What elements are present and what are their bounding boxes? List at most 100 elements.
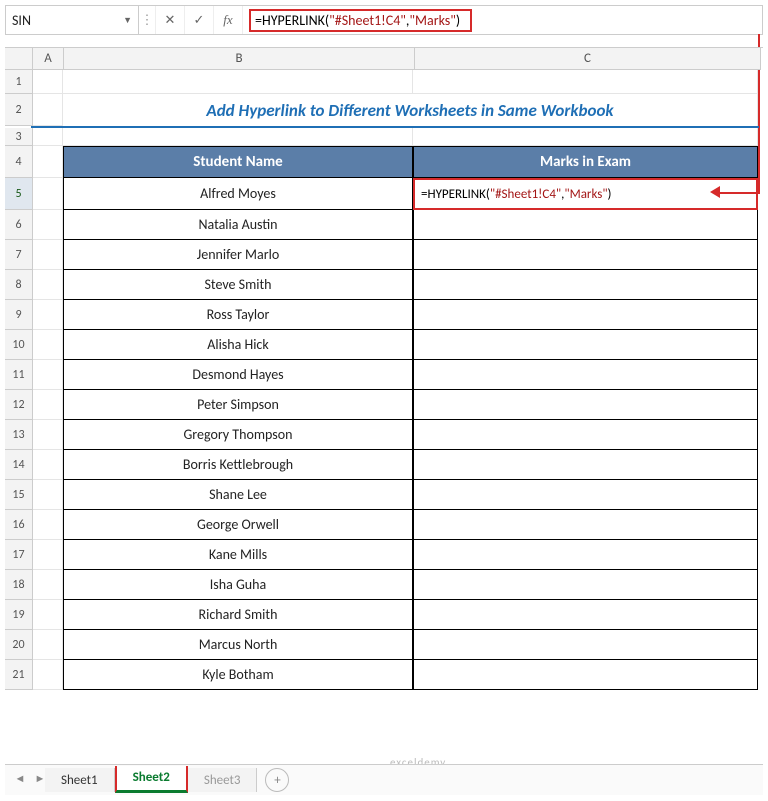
row-header[interactable]: 9 — [5, 300, 33, 330]
table-row[interactable]: Alisha Hick — [63, 330, 413, 360]
cell[interactable] — [33, 330, 63, 360]
table-row[interactable]: George Orwell — [63, 510, 413, 540]
table-row[interactable]: Isha Guha — [63, 570, 413, 600]
table-row[interactable]: Steve Smith — [63, 270, 413, 300]
cell[interactable] — [413, 450, 758, 480]
table-row[interactable]: Desmond Hayes — [63, 360, 413, 390]
cell[interactable] — [33, 94, 63, 126]
cell[interactable] — [33, 178, 63, 210]
cell[interactable] — [63, 70, 413, 94]
cell[interactable] — [33, 128, 63, 146]
cell[interactable] — [33, 70, 63, 94]
table-row[interactable]: Ross Taylor — [63, 300, 413, 330]
cell[interactable] — [413, 540, 758, 570]
table-header-name[interactable]: Student Name — [63, 146, 413, 178]
table-row[interactable]: Jennifer Marlo — [63, 240, 413, 270]
cell[interactable] — [33, 660, 63, 690]
cell[interactable] — [33, 570, 63, 600]
cell[interactable] — [413, 630, 758, 660]
row-header[interactable]: 18 — [5, 570, 33, 600]
column-headers: A B C — [5, 48, 763, 70]
cell[interactable] — [63, 128, 413, 146]
cell[interactable] — [413, 70, 758, 94]
table-header-marks[interactable]: Marks in Exam — [413, 146, 758, 178]
cell[interactable] — [33, 480, 63, 510]
table-row[interactable]: Gregory Thompson — [63, 420, 413, 450]
column-header-b[interactable]: B — [64, 48, 415, 70]
cell[interactable] — [33, 146, 63, 178]
cell[interactable] — [413, 510, 758, 540]
row-header[interactable]: 14 — [5, 450, 33, 480]
cell[interactable] — [413, 660, 758, 690]
cell[interactable] — [33, 240, 63, 270]
table-row[interactable]: Peter Simpson — [63, 390, 413, 420]
cell[interactable] — [413, 420, 758, 450]
table-row[interactable]: Marcus North — [63, 630, 413, 660]
cell[interactable] — [413, 128, 758, 146]
cell[interactable] — [413, 270, 758, 300]
select-all-corner[interactable] — [5, 48, 33, 70]
cell[interactable] — [413, 360, 758, 390]
cell[interactable] — [33, 450, 63, 480]
row-header[interactable]: 16 — [5, 510, 33, 540]
row-header[interactable]: 7 — [5, 240, 33, 270]
cell[interactable] — [33, 630, 63, 660]
cell[interactable] — [33, 540, 63, 570]
sheet-tab-sheet1[interactable]: Sheet1 — [45, 768, 115, 792]
table-row[interactable]: Richard Smith — [63, 600, 413, 630]
name-box-dropdown-icon[interactable]: ▼ — [123, 15, 132, 26]
table-row[interactable]: Kyle Botham — [63, 660, 413, 690]
row-header[interactable]: 8 — [5, 270, 33, 300]
row-header[interactable]: 13 — [5, 420, 33, 450]
row-header[interactable]: 5 — [5, 178, 33, 210]
cell[interactable] — [33, 270, 63, 300]
table-row[interactable]: Alfred Moyes — [63, 178, 413, 210]
tab-nav-prev-icon[interactable]: ◄ — [11, 769, 29, 787]
cancel-formula-button[interactable]: ✕ — [156, 6, 185, 34]
row-header[interactable]: 21 — [5, 660, 33, 690]
page-title[interactable]: Add Hyperlink to Different Worksheets in… — [63, 94, 758, 126]
cell[interactable] — [413, 570, 758, 600]
cell[interactable] — [33, 420, 63, 450]
name-box[interactable]: SIN ▼ — [6, 6, 139, 34]
table-row[interactable]: Shane Lee — [63, 480, 413, 510]
cell[interactable] — [33, 210, 63, 240]
cell[interactable] — [413, 390, 758, 420]
cell[interactable] — [33, 510, 63, 540]
sheet-tab-sheet2[interactable]: Sheet2 — [115, 766, 188, 793]
active-cell[interactable]: =HYPERLINK("#Sheet1!C4","Marks") — [413, 178, 758, 210]
row-header[interactable]: 3 — [5, 128, 33, 146]
cell[interactable] — [33, 360, 63, 390]
cell[interactable] — [33, 600, 63, 630]
cell[interactable] — [413, 330, 758, 360]
insert-function-button[interactable]: fx — [214, 6, 243, 34]
row-header[interactable]: 15 — [5, 480, 33, 510]
sheet-tab-sheet3[interactable]: Sheet3 — [188, 768, 258, 792]
cell[interactable] — [33, 300, 63, 330]
row-header[interactable]: 10 — [5, 330, 33, 360]
cell[interactable] — [413, 600, 758, 630]
row-header[interactable]: 20 — [5, 630, 33, 660]
cell[interactable] — [413, 300, 758, 330]
new-sheet-button[interactable]: + — [265, 768, 289, 792]
cell[interactable] — [413, 240, 758, 270]
table-row[interactable]: Kane Mills — [63, 540, 413, 570]
row-header[interactable]: 2 — [5, 94, 33, 126]
table-row[interactable]: Natalia Austin — [63, 210, 413, 240]
row-header[interactable]: 4 — [5, 146, 33, 178]
cell[interactable] — [33, 390, 63, 420]
column-header-a[interactable]: A — [33, 48, 64, 70]
row-header[interactable]: 6 — [5, 210, 33, 240]
column-header-c[interactable]: C — [415, 48, 761, 70]
row-header[interactable]: 19 — [5, 600, 33, 630]
row-header[interactable]: 1 — [5, 70, 33, 94]
formula-input[interactable]: =HYPERLINK("#Sheet1!C4","Marks") — [243, 6, 762, 34]
row-header[interactable]: 11 — [5, 360, 33, 390]
cell[interactable] — [413, 480, 758, 510]
table-row[interactable]: Borris Kettlebrough — [63, 450, 413, 480]
cell[interactable] — [413, 210, 758, 240]
tab-nav-next-icon[interactable]: ► — [31, 769, 49, 787]
row-header[interactable]: 17 — [5, 540, 33, 570]
row-header[interactable]: 12 — [5, 390, 33, 420]
enter-formula-button[interactable]: ✓ — [185, 6, 214, 34]
